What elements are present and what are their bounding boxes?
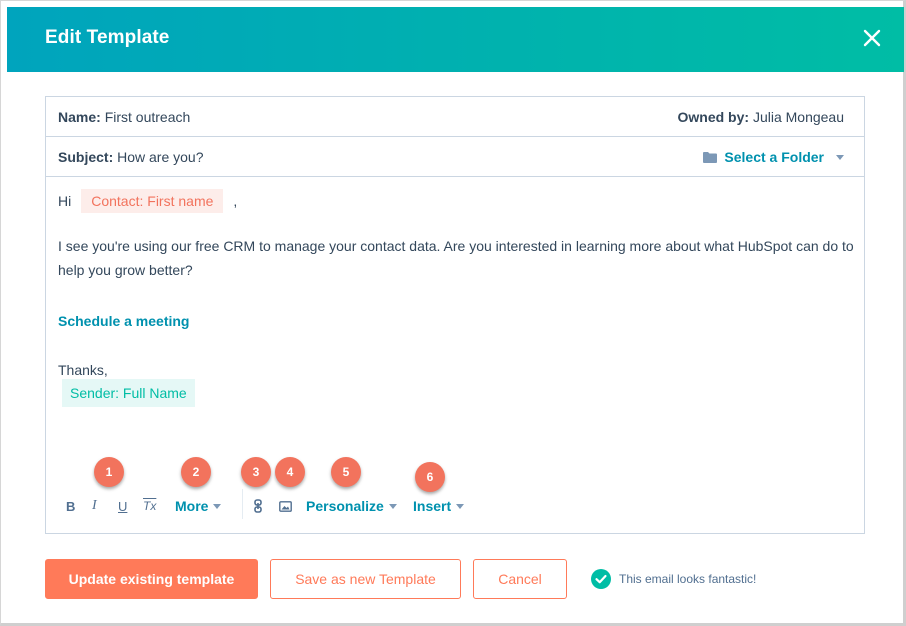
email-status: This email looks fantastic! bbox=[591, 569, 756, 589]
modal-header: Edit Template bbox=[7, 7, 904, 72]
callout-badge-6: 6 bbox=[415, 462, 445, 492]
name-field[interactable]: Name: First outreach bbox=[58, 109, 190, 125]
contact-first-name-token[interactable]: Contact: First name bbox=[81, 189, 224, 213]
close-button[interactable] bbox=[862, 28, 882, 48]
callout-badge-5: 5 bbox=[331, 457, 361, 487]
italic-button[interactable]: I bbox=[92, 495, 97, 517]
cancel-button[interactable]: Cancel bbox=[473, 559, 567, 599]
chevron-down-icon bbox=[388, 503, 397, 509]
bold-button[interactable]: B bbox=[66, 495, 75, 517]
italic-icon: I bbox=[92, 498, 97, 513]
name-value[interactable]: First outreach bbox=[105, 109, 191, 125]
image-icon bbox=[279, 500, 292, 512]
email-status-text: This email looks fantastic! bbox=[619, 572, 757, 586]
chevron-down-icon bbox=[456, 503, 465, 509]
chevron-down-icon bbox=[213, 503, 222, 509]
subject-value[interactable]: How are you? bbox=[117, 149, 203, 165]
subject-row: Subject: How are you? Select a Folder bbox=[46, 137, 864, 177]
owner-field: Owned by: Julia Mongeau bbox=[677, 109, 844, 125]
greeting-line: Hi Contact: First name , bbox=[58, 189, 237, 213]
body-paragraph: I see you're using our free CRM to manag… bbox=[58, 238, 854, 278]
update-existing-template-button[interactable]: Update existing template bbox=[45, 559, 258, 599]
callout-badge-3: 3 bbox=[241, 457, 271, 487]
close-icon bbox=[863, 29, 881, 47]
insert-label: Insert bbox=[413, 498, 452, 514]
chevron-down-icon bbox=[836, 154, 844, 160]
save-as-new-template-button[interactable]: Save as new Template bbox=[270, 559, 461, 599]
more-dropdown[interactable]: More bbox=[175, 495, 222, 517]
callout-badge-4: 4 bbox=[275, 457, 305, 487]
owner-label: Owned by: bbox=[677, 109, 750, 125]
modal-title: Edit Template bbox=[45, 27, 170, 48]
folder-icon bbox=[703, 151, 718, 163]
check-circle-icon bbox=[591, 569, 611, 589]
select-folder-dropdown[interactable]: Select a Folder bbox=[703, 149, 844, 165]
insert-image-button[interactable] bbox=[279, 495, 292, 517]
template-editor: Name: First outreach Owned by: Julia Mon… bbox=[45, 96, 865, 534]
toolbar-divider bbox=[242, 489, 243, 519]
callout-badge-1: 1 bbox=[94, 457, 124, 487]
select-folder-label: Select a Folder bbox=[724, 149, 824, 165]
edit-template-modal: Edit Template Name: First outreach Owned… bbox=[0, 0, 906, 626]
name-label: Name: bbox=[58, 109, 101, 125]
clear-format-button[interactable]: Tx bbox=[143, 495, 156, 517]
underline-button[interactable]: U bbox=[118, 495, 127, 517]
callout-badge-2: 2 bbox=[181, 457, 211, 487]
link-icon bbox=[254, 499, 262, 513]
bold-icon: B bbox=[66, 498, 76, 514]
clear-format-icon: Tx bbox=[143, 499, 157, 513]
sender-full-name-token[interactable]: Sender: Full Name bbox=[62, 379, 195, 407]
underline-icon: U bbox=[118, 498, 128, 514]
owner-value: Julia Mongeau bbox=[752, 109, 844, 125]
subject-label: Subject: bbox=[58, 149, 114, 165]
personalize-dropdown[interactable]: Personalize bbox=[306, 495, 397, 517]
subject-field[interactable]: Subject: How are you? bbox=[58, 149, 204, 165]
schedule-meeting-link[interactable]: Schedule a meeting bbox=[58, 313, 189, 329]
greeting-comma: , bbox=[233, 193, 238, 209]
more-label: More bbox=[175, 498, 209, 514]
editor-toolbar: B I U Tx More Personalize Insert bbox=[58, 489, 558, 519]
personalize-label: Personalize bbox=[306, 498, 384, 514]
signoff-text: Thanks, bbox=[58, 362, 108, 378]
insert-link-button[interactable] bbox=[254, 495, 262, 517]
insert-dropdown[interactable]: Insert bbox=[413, 495, 465, 517]
greeting-text: Hi bbox=[58, 193, 72, 209]
name-row: Name: First outreach Owned by: Julia Mon… bbox=[46, 97, 864, 137]
